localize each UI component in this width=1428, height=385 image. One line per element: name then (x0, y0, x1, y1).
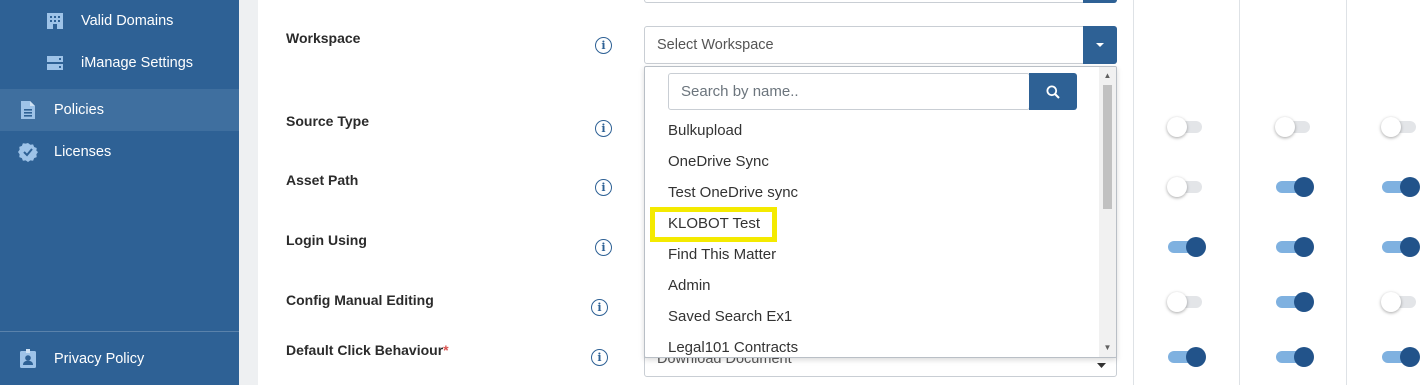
sidebar-item-policies[interactable]: Policies (0, 89, 239, 131)
toggle-knob (1400, 237, 1420, 257)
toggle-switch-source-type[interactable] (1381, 116, 1418, 138)
toggle-switch-source-type[interactable] (1167, 116, 1204, 138)
toggle-knob (1294, 347, 1314, 367)
toggle-knob (1294, 292, 1314, 312)
dropdown-option[interactable]: OneDrive Sync (668, 153, 769, 170)
column-divider (1133, 0, 1134, 385)
workspace-select[interactable]: Select Workspace (644, 26, 1117, 64)
toggle-knob (1167, 117, 1187, 137)
info-icon[interactable]: i (595, 37, 612, 54)
toggle-switch-default-click-behaviour[interactable] (1276, 346, 1314, 368)
sidebar-item-label: Policies (54, 102, 104, 118)
toggle-knob (1381, 292, 1401, 312)
workspace-search-input[interactable] (669, 74, 1029, 109)
search-icon (1046, 85, 1060, 99)
document-icon (18, 100, 38, 120)
source-type-label: Source Type (286, 113, 369, 129)
dropdown-option[interactable]: Test OneDrive sync (668, 184, 798, 201)
toggle-switch-asset-path[interactable] (1382, 176, 1420, 198)
toggle-knob (1186, 347, 1206, 367)
sidebar-item-label: Valid Domains (81, 13, 174, 29)
column-divider (1346, 0, 1347, 385)
config-manual-editing-label: Config Manual Editing (286, 292, 434, 308)
toggle-knob (1381, 117, 1401, 137)
workspace-dropdown-menu: Bulkupload OneDrive Sync Test OneDrive s… (644, 66, 1117, 358)
toggle-switch-config-manual-editing[interactable] (1381, 291, 1418, 313)
sidebar-item-licenses[interactable]: Licenses (0, 131, 239, 173)
dropdown-option[interactable]: Saved Search Ex1 (668, 308, 792, 325)
required-marker: * (443, 342, 449, 358)
toggle-switch-login-using[interactable] (1382, 236, 1420, 258)
toggle-knob (1294, 177, 1314, 197)
toggle-knob (1186, 237, 1206, 257)
info-icon[interactable]: i (595, 120, 612, 137)
dropdown-option[interactable]: Find This Matter (668, 246, 776, 263)
toggle-switch-login-using[interactable] (1168, 236, 1206, 258)
info-icon[interactable]: i (591, 299, 608, 316)
server-icon (45, 53, 65, 73)
sidebar-item-imanage-settings[interactable]: iManage Settings (0, 42, 239, 84)
page-gutter (239, 0, 258, 385)
sidebar-divider (0, 331, 239, 332)
workspace-select-placeholder: Select Workspace (657, 37, 774, 53)
toggle-switch-login-using[interactable] (1276, 236, 1314, 258)
toggle-switch-asset-path[interactable] (1167, 176, 1204, 198)
toggle-switch-source-type[interactable] (1275, 116, 1312, 138)
dropdown-toggle-button[interactable] (1083, 0, 1117, 3)
badge-check-icon (18, 142, 38, 162)
scroll-up-arrow-icon[interactable]: ▲ (1103, 71, 1112, 81)
dropdown-option[interactable]: Admin (668, 277, 711, 294)
sidebar-item-privacy-policy[interactable]: Privacy Policy (0, 338, 239, 380)
building-icon (45, 11, 65, 31)
asset-path-label: Asset Path (286, 172, 359, 188)
search-box (668, 73, 1030, 110)
default-click-behaviour-text: Default Click Behaviour (286, 342, 444, 358)
sidebar-item-label: iManage Settings (81, 55, 194, 71)
search-button[interactable] (1029, 73, 1077, 110)
default-click-behaviour-label: Default Click Behaviour* (286, 342, 449, 358)
dropdown-option[interactable]: Legal101 Contracts (668, 339, 798, 356)
toggle-knob (1294, 237, 1314, 257)
sidebar-item-label: Licenses (54, 144, 112, 160)
toggle-switch-config-manual-editing[interactable] (1276, 291, 1314, 313)
toggle-knob (1400, 347, 1420, 367)
sidebar: Valid Domains iManage Settings Policies … (0, 0, 239, 385)
toggle-switch-default-click-behaviour[interactable] (1382, 346, 1420, 368)
id-badge-icon (18, 349, 38, 369)
workspace-label: Workspace (286, 30, 361, 46)
toggle-knob (1167, 292, 1187, 312)
scrollbar-thumb[interactable] (1103, 85, 1112, 209)
dropdown-scrollbar[interactable]: ▲ ▼ (1099, 67, 1116, 357)
info-icon[interactable]: i (595, 239, 612, 256)
scroll-down-arrow-icon[interactable]: ▼ (1103, 343, 1112, 353)
previous-select[interactable] (644, 0, 1117, 3)
sidebar-item-label: Privacy Policy (54, 351, 145, 367)
sidebar-item-valid-domains[interactable]: Valid Domains (0, 0, 239, 42)
dropdown-toggle-button[interactable] (1083, 26, 1117, 64)
caret-down-icon (1096, 43, 1104, 47)
toggle-switch-config-manual-editing[interactable] (1167, 291, 1204, 313)
login-using-label: Login Using (286, 232, 367, 248)
caret-down-icon (1097, 356, 1106, 374)
info-icon[interactable]: i (591, 349, 608, 366)
dropdown-option[interactable]: Bulkupload (668, 122, 742, 139)
toggle-knob (1275, 117, 1295, 137)
toggle-knob (1400, 177, 1420, 197)
info-icon[interactable]: i (595, 179, 612, 196)
toggle-knob (1167, 177, 1187, 197)
dropdown-option-highlighted[interactable]: KLOBOT Test (668, 215, 760, 232)
column-divider (1239, 0, 1240, 385)
toggle-switch-asset-path[interactable] (1276, 176, 1314, 198)
toggle-switch-default-click-behaviour[interactable] (1168, 346, 1206, 368)
